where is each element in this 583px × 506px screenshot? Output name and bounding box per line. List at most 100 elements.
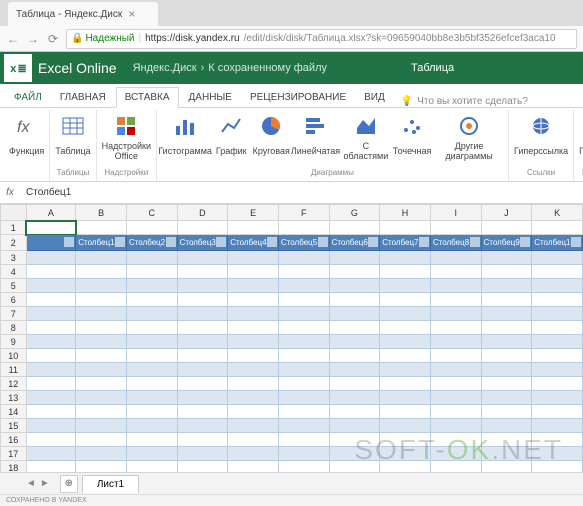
cell[interactable] <box>177 321 228 335</box>
cell[interactable] <box>26 377 76 391</box>
cell[interactable] <box>278 349 329 363</box>
cell[interactable] <box>177 335 228 349</box>
cell[interactable] <box>481 433 532 447</box>
cell[interactable] <box>481 363 532 377</box>
cell[interactable] <box>430 391 481 405</box>
cell[interactable] <box>430 405 481 419</box>
cell[interactable] <box>481 293 532 307</box>
cell[interactable] <box>177 419 228 433</box>
sheet-prev-icon[interactable]: ◄ <box>26 478 36 489</box>
cell[interactable] <box>481 221 532 235</box>
row-header[interactable]: 12 <box>1 377 27 391</box>
row-header[interactable]: 16 <box>1 433 27 447</box>
sheet-next-icon[interactable]: ► <box>40 478 50 489</box>
cell[interactable] <box>380 447 431 461</box>
cell[interactable] <box>126 447 177 461</box>
cell[interactable] <box>76 391 127 405</box>
cell[interactable] <box>380 377 431 391</box>
table-header-cell[interactable]: Столбец8 <box>430 235 481 251</box>
row-header[interactable]: 11 <box>1 363 27 377</box>
cell[interactable] <box>481 377 532 391</box>
cell[interactable] <box>278 377 329 391</box>
cell[interactable] <box>380 335 431 349</box>
pie-chart-button[interactable]: Круговая <box>251 110 291 167</box>
cell[interactable] <box>380 433 431 447</box>
cell[interactable] <box>329 447 380 461</box>
col-header[interactable]: K <box>532 205 583 221</box>
cell[interactable] <box>278 419 329 433</box>
col-header[interactable]: H <box>380 205 431 221</box>
cell[interactable] <box>481 391 532 405</box>
row-header[interactable]: 4 <box>1 265 27 279</box>
table-header-cell[interactable]: Столбец9 <box>481 235 532 251</box>
cell[interactable] <box>481 419 532 433</box>
cell[interactable] <box>329 433 380 447</box>
cell[interactable] <box>430 251 481 265</box>
cell[interactable] <box>26 419 76 433</box>
cell[interactable] <box>278 391 329 405</box>
comment-button[interactable]: Примечание <box>576 110 583 167</box>
column-chart-button[interactable]: Гистограмма <box>159 110 211 167</box>
cell[interactable] <box>26 349 76 363</box>
sheet-tab[interactable]: Лист1 <box>82 475 139 493</box>
cell[interactable] <box>380 307 431 321</box>
cell[interactable] <box>26 405 76 419</box>
cell[interactable] <box>76 221 127 235</box>
cell[interactable] <box>532 221 583 235</box>
cell[interactable] <box>126 377 177 391</box>
cell[interactable] <box>278 279 329 293</box>
row-header[interactable]: 3 <box>1 251 27 265</box>
cell[interactable] <box>278 265 329 279</box>
tab-data[interactable]: ДАННЫЕ <box>181 88 240 107</box>
area-chart-button[interactable]: С областями <box>340 110 392 167</box>
cell[interactable] <box>329 221 380 235</box>
tab-view[interactable]: ВИД <box>356 88 393 107</box>
col-header[interactable]: E <box>228 205 279 221</box>
tab-insert[interactable]: ВСТАВКА <box>116 87 179 108</box>
cell[interactable] <box>177 391 228 405</box>
cell[interactable] <box>177 363 228 377</box>
cell[interactable] <box>76 307 127 321</box>
office-addins-button[interactable]: Надстройки Office <box>99 110 154 167</box>
table-header-cell[interactable]: Столбец4 <box>228 235 279 251</box>
cell[interactable] <box>329 377 380 391</box>
col-header[interactable]: B <box>76 205 127 221</box>
cell[interactable] <box>177 349 228 363</box>
cell[interactable] <box>481 251 532 265</box>
cell[interactable] <box>228 293 279 307</box>
cell[interactable] <box>177 377 228 391</box>
row-header[interactable]: 9 <box>1 335 27 349</box>
cell[interactable] <box>532 377 583 391</box>
cell[interactable] <box>26 279 76 293</box>
cell[interactable] <box>278 447 329 461</box>
crumb-service[interactable]: Яндекс.Диск <box>133 62 197 74</box>
cell[interactable] <box>329 279 380 293</box>
cell[interactable] <box>329 307 380 321</box>
cell[interactable] <box>481 307 532 321</box>
line-chart-button[interactable]: График <box>211 110 251 167</box>
cell[interactable] <box>228 433 279 447</box>
cell[interactable] <box>532 349 583 363</box>
cell[interactable] <box>26 321 76 335</box>
cell[interactable] <box>481 279 532 293</box>
cell[interactable] <box>278 433 329 447</box>
crumb-back[interactable]: К сохраненному файлу <box>208 62 327 74</box>
cell[interactable] <box>76 279 127 293</box>
cell[interactable] <box>26 221 76 235</box>
cell[interactable] <box>380 349 431 363</box>
cell[interactable] <box>26 265 76 279</box>
cell[interactable] <box>329 251 380 265</box>
cell[interactable] <box>481 265 532 279</box>
col-header[interactable]: A <box>26 205 76 221</box>
cell[interactable] <box>228 363 279 377</box>
hyperlink-button[interactable]: Гиперссылка <box>511 110 571 167</box>
cell[interactable] <box>430 363 481 377</box>
cell[interactable] <box>278 405 329 419</box>
cell[interactable] <box>26 433 76 447</box>
cell[interactable] <box>532 363 583 377</box>
cell[interactable] <box>228 419 279 433</box>
cell[interactable] <box>76 405 127 419</box>
add-sheet-button[interactable]: ⊕ <box>60 475 78 493</box>
row-header[interactable]: 6 <box>1 293 27 307</box>
cell[interactable] <box>481 321 532 335</box>
